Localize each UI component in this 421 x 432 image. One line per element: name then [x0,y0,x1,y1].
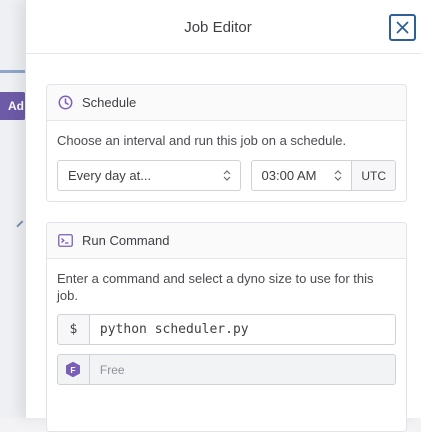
dyno-free-icon: F [57,354,90,385]
interval-select[interactable]: Every day at... [57,160,241,191]
timezone-label: UTC [352,160,396,191]
run-command-section-body: Enter a command and select a dyno size t… [47,259,406,395]
time-select[interactable]: 03:00 AM [250,160,353,191]
schedule-section-body: Choose an interval and run this job on a… [47,121,406,201]
dyno-size-select[interactable]: Free [89,354,396,385]
schedule-section: Schedule Choose an interval and run this… [46,84,407,202]
command-input[interactable] [89,314,396,345]
run-command-section: Run Command Enter a command and select a… [46,222,407,432]
job-editor-modal: Job Editor Schedule Choose an interval a… [25,0,421,432]
modal-header: Job Editor [26,0,421,54]
command-input-group: $ [57,314,396,345]
terminal-icon [58,234,73,247]
chevron-up-down-icon [334,170,342,181]
close-button[interactable] [389,14,416,41]
interval-select-value: Every day at... [68,168,152,183]
clock-icon [58,95,73,110]
schedule-section-header: Schedule [47,85,406,121]
background-add-button[interactable]: Ad [0,92,26,120]
chevron-up-down-icon [223,170,231,181]
run-command-section-header: Run Command [47,223,406,259]
schedule-heading: Schedule [82,95,137,110]
schedule-controls: Every day at... 03:00 AM UTC [57,160,396,191]
close-icon [396,21,409,34]
dyno-badge-letter: F [71,365,76,375]
dyno-size-group: F Free [57,354,396,385]
command-prompt-prefix: $ [57,314,90,345]
run-command-description: Enter a command and select a dyno size t… [57,271,374,303]
run-command-heading: Run Command [82,233,170,248]
modal-title: Job Editor [184,19,252,36]
time-select-value: 03:00 AM [261,168,317,183]
schedule-description: Choose an interval and run this job on a… [57,133,347,148]
